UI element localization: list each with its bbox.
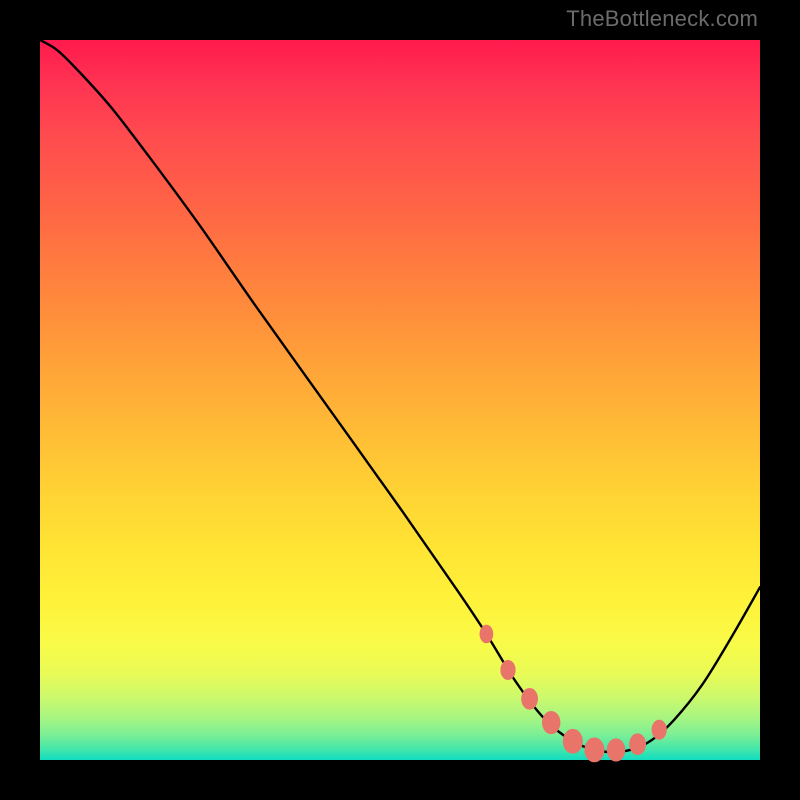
chart-svg (40, 40, 760, 760)
highlight-dot (585, 738, 604, 762)
highlight-dot (607, 739, 624, 761)
highlight-dot (501, 661, 515, 680)
highlight-dot (522, 689, 538, 710)
plot-area (40, 40, 760, 760)
highlight-dots-group (480, 625, 666, 762)
highlight-dot (630, 734, 646, 755)
highlight-dot (542, 711, 559, 733)
highlight-dot (652, 720, 666, 739)
bottleneck-curve (40, 40, 760, 752)
chart-stage: TheBottleneck.com (0, 0, 800, 800)
watermark-text: TheBottleneck.com (566, 6, 758, 32)
highlight-dot (563, 729, 582, 753)
highlight-dot (480, 625, 493, 642)
